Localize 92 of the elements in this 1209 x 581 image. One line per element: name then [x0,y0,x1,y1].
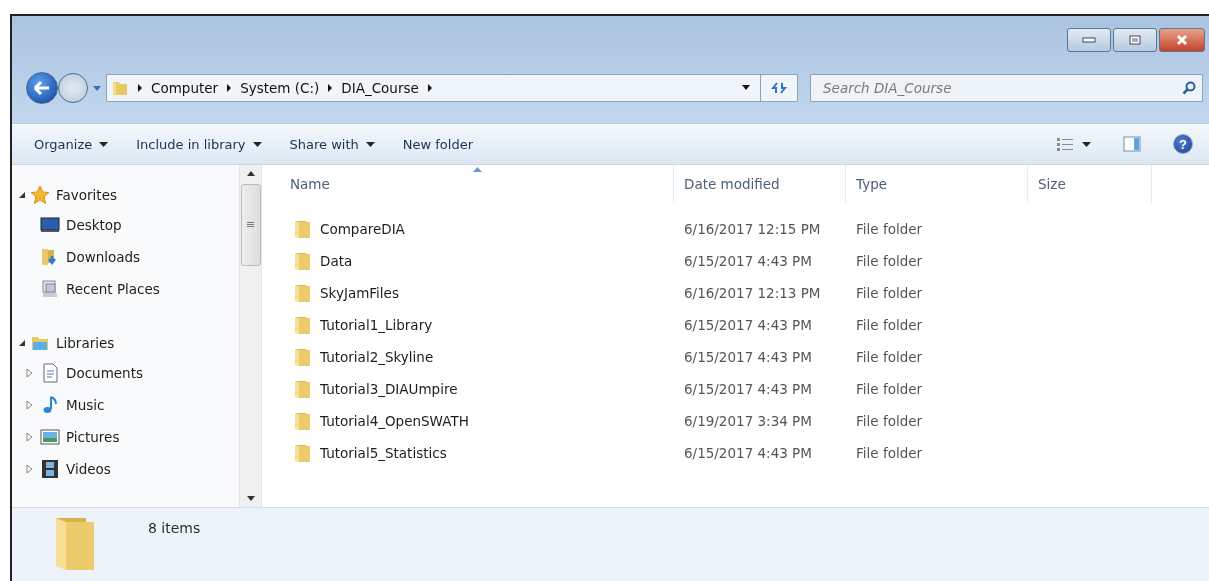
column-header[interactable]: Type [846,165,1028,203]
file-name[interactable]: SkyJamFiles [320,285,399,301]
toolbar-button[interactable]: Share with [277,132,387,156]
maximize-button[interactable] [1113,28,1157,52]
table-cell-text: File folder [855,349,924,365]
breadcrumb-arrow-icon[interactable] [226,84,233,92]
recent-places-icon [40,279,60,299]
breadcrumb-arrow-icon[interactable] [327,84,334,92]
recent-pages-caret-icon[interactable] [92,84,102,92]
file-name[interactable]: Tutorial2_Skyline [320,349,434,365]
folder-icon [294,411,312,431]
close-icon [1175,34,1189,46]
table-cell-text: 6/15/2017 4:43 PM [683,317,813,333]
table-cell-text: 6/16/2017 12:15 PM [683,221,822,237]
search-field[interactable]: Search DIA_Course [810,74,1203,102]
help-button[interactable]: ? [1173,134,1193,154]
library-icon [30,334,50,352]
sort-arrow-icon [472,167,482,172]
file-name[interactable]: Tutorial4_OpenSWATH [320,413,469,429]
breadcrumb[interactable]: DIA_Course [341,80,419,96]
file-name[interactable]: Tutorial3_DIAUmpire [320,381,458,397]
star-icon [30,185,50,205]
document-icon [40,363,60,383]
maximize-icon [1129,35,1141,45]
scroll-down-arrow-icon[interactable] [246,496,255,501]
toolbar-button[interactable]: Organize [22,132,121,156]
scroll-up-arrow-icon[interactable] [246,171,255,176]
table-cell-text: 6/15/2017 4:43 PM [683,445,813,461]
scrollbar[interactable] [239,165,261,507]
folder-icon [294,219,312,239]
breadcrumb[interactable]: Computer [151,80,219,96]
sidebar-item[interactable]: Favorites [12,181,239,209]
table-cell-text: 6/15/2017 4:43 PM [683,381,813,397]
table-cell-text: File folder [855,445,924,461]
sidebar-item[interactable]: Recent Places [12,273,239,305]
address-bar[interactable]: Computer System (C:) DIA_Course [106,74,798,102]
table-cell-text: 6/15/2017 4:43 PM [683,349,813,365]
sidebar-item[interactable]: Videos [12,453,239,485]
folder-icon [294,347,312,367]
file-name[interactable]: Data [320,253,353,269]
table-cell-text: File folder [855,221,924,237]
sidebar-item[interactable]: Music [12,389,239,421]
table-cell-text: File folder [855,317,924,333]
monitor-icon [40,216,60,234]
details-view-icon [1056,137,1074,151]
toolbar-button[interactable]: Include in library [124,132,274,156]
minimize-button[interactable] [1067,28,1111,52]
dropdown-caret-icon[interactable] [741,85,751,91]
sidebar-item[interactable]: Desktop [12,209,239,241]
breadcrumb-arrow-icon[interactable] [137,84,143,92]
forward-button[interactable] [58,73,88,103]
item-count: 8 items [148,520,201,536]
table-cell-text: File folder [855,413,924,429]
table-cell-text: File folder [855,253,924,269]
breadcrumb[interactable]: System (C:) [240,80,320,96]
grip-icon [247,222,254,228]
back-arrow-icon [32,80,52,96]
back-button[interactable] [26,72,58,104]
table-cell-text: 6/16/2017 12:13 PM [683,285,822,301]
column-header[interactable]: Name [280,165,674,203]
expand-arrow-icon[interactable] [18,191,26,199]
folder-icon [294,283,312,303]
table-cell-text: 6/15/2017 4:43 PM [683,253,813,269]
film-icon [40,459,60,479]
scrollbar-thumb[interactable] [240,184,261,266]
sidebar-item[interactable]: Pictures [12,421,239,453]
breadcrumb-arrow-icon[interactable] [426,84,433,92]
toolbar-button[interactable]: New folder [390,132,485,156]
folder-icon [294,379,312,399]
table-cell-text: File folder [855,285,924,301]
folder-icon [294,315,312,335]
column-header[interactable]: Date modified [674,165,846,203]
minimize-icon [1082,37,1096,43]
sidebar-item[interactable]: Libraries [12,329,239,357]
column-header[interactable]: Size [1028,165,1152,203]
refresh-icon [771,81,787,95]
table-cell-text: 6/19/2017 3:34 PM [683,413,813,429]
file-name[interactable]: Tutorial5_Statistics [320,445,447,461]
sidebar-item[interactable]: Documents [12,357,239,389]
table-cell-text: File folder [855,381,924,397]
picture-icon [40,428,60,446]
sidebar-item[interactable]: Downloads [12,241,239,273]
folder-icon [294,251,312,271]
file-name[interactable]: Tutorial1_Library [320,317,433,333]
preview-pane-icon [1123,136,1141,152]
folder-icon [294,443,312,463]
dropdown-caret-icon [1082,141,1091,147]
file-name[interactable]: CompareDIA [320,221,405,237]
expand-arrow-icon[interactable] [18,339,26,347]
close-button[interactable] [1159,28,1205,52]
search-icon [1182,81,1196,95]
folder-icon [111,79,129,97]
